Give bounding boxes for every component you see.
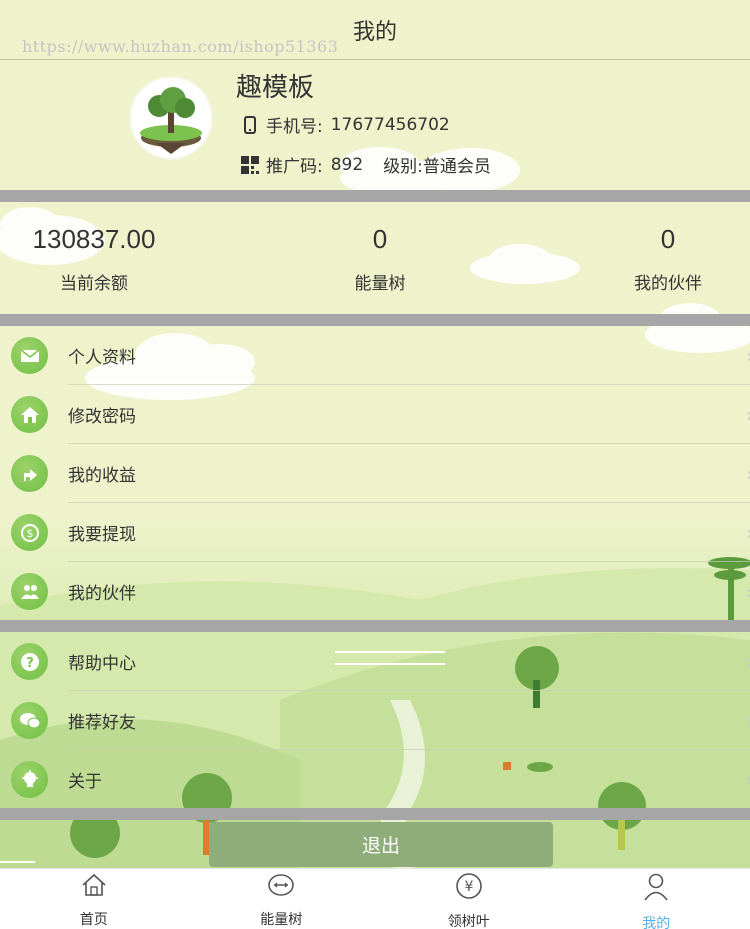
tab-label: 领树叶 — [447, 914, 490, 929]
share-icon — [11, 455, 48, 492]
tab-label: 我的 — [642, 916, 671, 929]
qrcode-icon — [240, 154, 260, 176]
menu-item-help-center[interactable]: ? 帮助中心 › — [0, 632, 750, 691]
tree-island-icon — [140, 87, 202, 154]
menu-label: 修改密码 — [68, 407, 136, 427]
svg-text:$: $ — [26, 527, 33, 540]
tab-collect-leaves[interactable]: ¥ 领树叶 — [375, 869, 563, 929]
svg-text:¥: ¥ — [464, 879, 473, 895]
chevron-right-icon: › — [746, 403, 750, 427]
member-level: 级别:普通会员 — [383, 157, 491, 177]
logout-button[interactable]: 退出 — [209, 822, 553, 867]
chevron-right-icon: › — [746, 521, 750, 545]
chat-icon — [11, 702, 48, 739]
balance-label: 当前余额 — [60, 274, 128, 294]
chevron-right-icon: › — [746, 768, 750, 792]
menu-label: 我的收益 — [68, 466, 136, 486]
page-title: 我的 — [352, 19, 397, 45]
menu-label: 个人资料 — [68, 348, 136, 368]
promo-label: 推广码: — [266, 157, 323, 177]
energy-icon — [267, 873, 295, 897]
chevron-right-icon: › — [746, 650, 750, 674]
phone-label: 手机号: — [266, 117, 323, 137]
menu-item-withdraw[interactable]: $ 我要提现 › — [0, 503, 750, 562]
yen-icon: ¥ — [455, 873, 483, 899]
bottom-tab-bar: 首页 能量树 ¥ 领树叶 我的 — [0, 868, 750, 929]
separator — [0, 190, 750, 202]
watermark: https://www.huzhan.com/ishop51363 — [22, 37, 339, 56]
menu-group-account: 个人资料 › 修改密码 › 我的收益 › $ 我要提现 › — [0, 326, 750, 621]
menu-label: 推荐好友 — [68, 713, 136, 733]
chevron-right-icon: › — [746, 344, 750, 368]
coin-icon: $ — [11, 514, 48, 551]
energy-tree-value: 0 — [372, 224, 388, 254]
menu-item-about[interactable]: 关于 › — [0, 750, 750, 809]
stats-section: 130837.00 当前余额 0 能量树 0 我的伙伴 — [0, 202, 750, 314]
menu-item-profile[interactable]: 个人资料 › — [0, 326, 750, 385]
menu-item-earnings[interactable]: 我的收益 › — [0, 444, 750, 503]
stat-balance[interactable]: 130837.00 当前余额 — [14, 224, 174, 294]
menu-item-change-password[interactable]: 修改密码 › — [0, 385, 750, 444]
phone-icon — [240, 114, 260, 136]
home-icon — [11, 396, 48, 433]
chevron-right-icon: › — [746, 580, 750, 604]
question-icon: ? — [11, 643, 48, 680]
user-icon — [642, 873, 670, 901]
menu-label: 帮助中心 — [68, 654, 136, 674]
people-icon — [11, 573, 48, 610]
mail-icon — [11, 337, 48, 374]
partners-label: 我的伙伴 — [634, 274, 702, 294]
tab-mine[interactable]: 我的 — [563, 869, 750, 929]
avatar[interactable] — [131, 78, 211, 158]
separator — [0, 808, 750, 820]
menu-item-partners[interactable]: 我的伙伴 › — [0, 562, 750, 621]
promo-code: 892 — [330, 154, 364, 175]
separator — [0, 620, 750, 632]
phone-row: 手机号: 17677456702 — [240, 112, 450, 137]
menu-group-help: ? 帮助中心 › 推荐好友 › 关于 › — [0, 632, 750, 809]
bulb-icon — [11, 761, 48, 798]
promo-row: 推广码: 892 级别:普通会员 — [240, 152, 491, 177]
balance-value: 130837.00 — [32, 224, 156, 254]
home-icon — [80, 873, 108, 897]
menu-label: 我要提现 — [68, 525, 136, 545]
partners-value: 0 — [660, 224, 676, 254]
stat-energy-tree[interactable]: 0 能量树 — [330, 224, 430, 294]
phone-number: 17677456702 — [330, 114, 450, 135]
tab-label: 首页 — [79, 912, 108, 928]
profile-section: 趣模板 手机号: 17677456702 推广码: 892 级别:普通会员 — [0, 60, 750, 190]
menu-label: 关于 — [68, 772, 102, 792]
separator — [0, 314, 750, 326]
energy-tree-label: 能量树 — [354, 274, 406, 294]
svg-text:?: ? — [26, 656, 34, 671]
user-name: 趣模板 — [236, 73, 315, 103]
stat-partners[interactable]: 0 我的伙伴 — [618, 224, 718, 294]
tab-energy-tree[interactable]: 能量树 — [188, 869, 376, 929]
menu-label: 我的伙伴 — [68, 584, 136, 604]
chevron-right-icon: › — [746, 462, 750, 486]
menu-item-recommend-friends[interactable]: 推荐好友 › — [0, 691, 750, 750]
tab-home[interactable]: 首页 — [0, 869, 188, 929]
tab-label: 能量树 — [260, 912, 303, 928]
chevron-right-icon: › — [746, 709, 750, 733]
